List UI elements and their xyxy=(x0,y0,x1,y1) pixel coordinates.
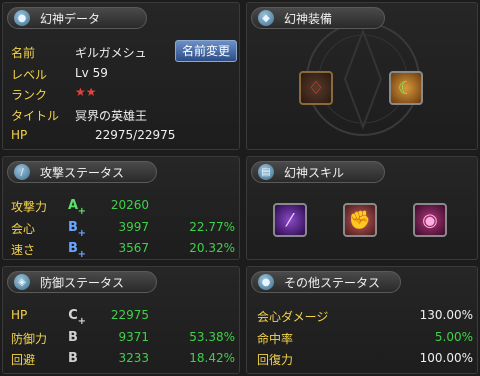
equip-slot-orb[interactable]: ☾ xyxy=(389,71,423,105)
def-hp-value: 22975 xyxy=(110,308,149,322)
hp-value: 22975/22975 xyxy=(95,128,176,142)
fist-skill-icon: ✊ xyxy=(348,209,372,231)
recovery-label: 回復力 xyxy=(257,353,294,367)
attack-panel-header: / 攻撃ステータス xyxy=(7,161,157,183)
data-panel-title: 幻神データ xyxy=(40,11,101,26)
skill-panel-header: ▤ 幻神スキル xyxy=(251,161,385,183)
equip-slot-amulet[interactable]: ♢ xyxy=(299,71,333,105)
skill-slot-eye[interactable]: ◉ xyxy=(413,203,447,237)
defense-percent: 53.38% xyxy=(189,330,235,344)
crit-damage-value: 130.00% xyxy=(419,308,473,322)
defense-rank-icon: B xyxy=(68,330,78,345)
equip-panel-header: ◆ 幻神装備 xyxy=(251,7,385,29)
def-hp-label: HP xyxy=(11,308,28,322)
attack-panel-title: 攻撃ステータス xyxy=(40,165,125,180)
hp-label: HP xyxy=(11,128,28,142)
other-panel-title: その他ステータス xyxy=(284,275,381,290)
rank-label: ランク xyxy=(11,88,48,102)
recovery-value: 100.00% xyxy=(419,351,473,365)
def-hp-rank-icon: C + xyxy=(68,308,86,327)
other-panel: ● その他ステータス 会心ダメージ 130.00% 命中率 5.00% 回復力 … xyxy=(246,266,478,374)
skill-slot-slash[interactable]: ⁄ xyxy=(273,203,307,237)
critical-label: 会心 xyxy=(11,222,36,236)
attack-value: 20260 xyxy=(110,198,149,212)
amulet-icon: ♢ xyxy=(307,77,325,99)
speed-percent: 20.32% xyxy=(189,241,235,255)
speed-label: 速さ xyxy=(11,243,36,257)
equip-panel-title: 幻神装備 xyxy=(284,11,333,26)
equip-panel: ◆ 幻神装備 ♢ ☾ xyxy=(246,2,478,150)
sword-icon: / xyxy=(14,164,30,180)
slash-skill-icon: ⁄ xyxy=(288,209,292,231)
level-value: Lv 59 xyxy=(75,66,108,80)
evasion-label: 回避 xyxy=(11,353,36,367)
evasion-value: 3233 xyxy=(118,351,149,365)
skill-panel: ▤ 幻神スキル ⁄ ✊ ◉ xyxy=(246,156,478,260)
skill-slot-fist[interactable]: ✊ xyxy=(343,203,377,237)
other-panel-header: ● その他ステータス xyxy=(251,271,401,293)
critical-percent: 22.77% xyxy=(189,220,235,234)
skill-panel-title: 幻神スキル xyxy=(284,165,345,180)
defense-panel: ◈ 防御ステータス HP C + 22975 防御力 B 9371 53.38% … xyxy=(2,266,240,374)
attack-panel: / 攻撃ステータス 攻撃力 A + 20260 会心 B + 3997 22.77%… xyxy=(2,156,240,260)
title-label: タイトル xyxy=(11,109,60,123)
evasion-percent: 18.42% xyxy=(189,351,235,365)
evasion-rank-icon: B xyxy=(68,351,78,366)
speed-value: 3567 xyxy=(118,241,149,255)
attack-label: 攻撃力 xyxy=(11,200,48,214)
rename-button[interactable]: 名前変更 xyxy=(175,40,237,62)
person-icon: ● xyxy=(14,10,30,26)
speed-rank-icon: B + xyxy=(68,241,86,260)
crit-damage-label: 会心ダメージ xyxy=(257,310,329,324)
shield-icon: ◈ xyxy=(14,274,30,290)
defense-panel-title: 防御ステータス xyxy=(40,275,125,290)
level-label: レベル xyxy=(11,68,48,82)
name-value: ギルガメシュ xyxy=(75,46,147,60)
armor-icon: ◆ xyxy=(258,10,274,26)
title-value: 冥界の英雄王 xyxy=(75,109,148,123)
accuracy-value: 5.00% xyxy=(434,330,473,344)
defense-label: 防御力 xyxy=(11,332,48,346)
critical-value: 3997 xyxy=(118,220,149,234)
orb-icon: ☾ xyxy=(397,77,415,99)
defense-panel-header: ◈ 防御ステータス xyxy=(7,271,157,293)
person-icon: ● xyxy=(258,274,274,290)
book-icon: ▤ xyxy=(258,164,274,180)
name-label: 名前 xyxy=(11,46,36,60)
data-panel-header: ● 幻神データ xyxy=(7,7,147,29)
rank-stars: ★★ xyxy=(75,85,97,99)
defense-value: 9371 xyxy=(118,330,149,344)
data-panel: ● 幻神データ 名前 ギルガメシュ 名前変更 レベル Lv 59 ランク ★★ … xyxy=(2,2,240,150)
attack-rank-icon: A + xyxy=(67,198,86,217)
accuracy-label: 命中率 xyxy=(257,332,294,346)
critical-rank-icon: B + xyxy=(68,220,86,239)
eye-skill-icon: ◉ xyxy=(422,209,438,231)
